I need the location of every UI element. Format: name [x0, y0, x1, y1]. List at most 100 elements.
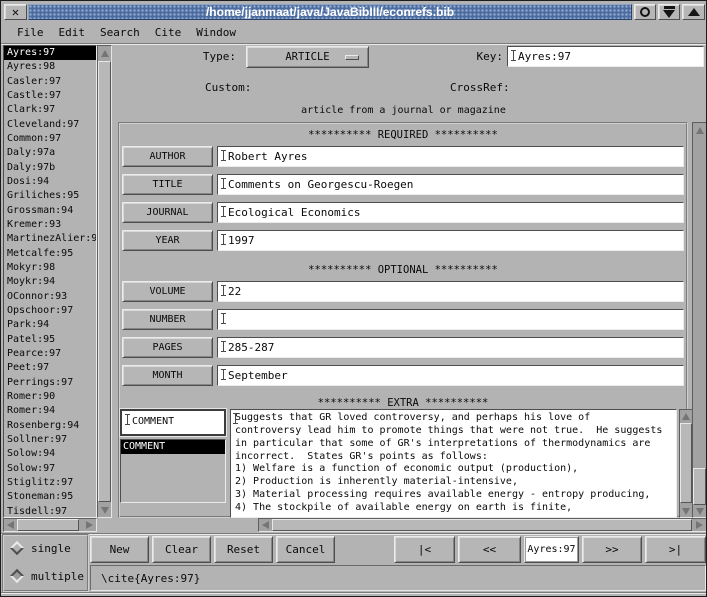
menu-edit[interactable]: Edit	[59, 26, 86, 39]
nav-next-button[interactable]: >>	[582, 536, 642, 563]
scrollbar-thumb[interactable]	[17, 519, 79, 531]
list-item[interactable]: Griliches:95	[4, 189, 96, 203]
main-vertical-scrollbar[interactable]	[692, 122, 707, 518]
extra-field-list[interactable]: COMMENT	[120, 439, 226, 503]
field-label-year[interactable]: YEAR	[122, 230, 213, 251]
window-close-button[interactable]: ✕	[4, 4, 27, 20]
list-item[interactable]: Daly:97a	[4, 146, 96, 160]
list-item[interactable]: Romer:94	[4, 404, 96, 418]
list-item[interactable]: Common:97	[4, 132, 96, 146]
menu-cite[interactable]: Cite	[155, 26, 182, 39]
main-horizontal-scrollbar[interactable]	[258, 518, 707, 532]
field-label-journal[interactable]: JOURNAL	[122, 202, 213, 223]
menu-search[interactable]: Search	[100, 26, 140, 39]
journal-field[interactable]: Ecological Economics	[217, 202, 684, 223]
key-field[interactable]: Ayres:97	[507, 46, 704, 67]
list-item[interactable]: Kremer:93	[4, 218, 96, 232]
textarea-vertical-scrollbar[interactable]	[679, 409, 693, 518]
field-label-number[interactable]: NUMBER	[122, 309, 213, 330]
title-field[interactable]: Comments on Georgescu-Roegen	[217, 174, 684, 195]
list-item[interactable]: Opschoor:97	[4, 304, 96, 318]
list-item[interactable]: Stoneman:95	[4, 490, 96, 504]
author-field[interactable]: Robert Ayres	[217, 146, 684, 167]
type-dropdown[interactable]: ARTICLE	[246, 46, 369, 68]
window-titlebar[interactable]: /home/jjanmaat/java/JavaBibIII/econrefs.…	[28, 4, 632, 20]
list-item[interactable]: Stiglitz:97	[4, 476, 96, 490]
scroll-down-button[interactable]	[693, 505, 706, 518]
list-item[interactable]: Castle:97	[4, 89, 96, 103]
list-item[interactable]: Mokyr:98	[4, 261, 96, 275]
list-item[interactable]: Patel:95	[4, 333, 96, 347]
field-label-volume[interactable]: VOLUME	[122, 281, 213, 302]
list-item[interactable]: Dosi:94	[4, 175, 96, 189]
volume-field[interactable]: 22	[217, 281, 684, 302]
window-maximize-button[interactable]	[682, 4, 705, 20]
list-item[interactable]: Peet:97	[4, 361, 96, 375]
menu-window[interactable]: Window	[196, 26, 236, 39]
scrollbar-thumb[interactable]	[680, 423, 692, 503]
scroll-up-button[interactable]	[680, 410, 692, 422]
scroll-right-button[interactable]	[83, 519, 96, 531]
list-item[interactable]: Daly:97b	[4, 161, 96, 175]
sidebar-horizontal-scrollbar[interactable]	[3, 518, 97, 532]
nav-prev-button[interactable]: <<	[458, 536, 521, 563]
list-item[interactable]: Moykr:94	[4, 275, 96, 289]
list-item[interactable]: Rosenberg:94	[4, 419, 96, 433]
list-item[interactable]: Solow:97	[4, 462, 96, 476]
list-item[interactable]: Pearce:97	[4, 347, 96, 361]
list-item[interactable]: Park:94	[4, 318, 96, 332]
arrow-down-icon	[101, 507, 109, 514]
scroll-left-button[interactable]	[4, 519, 17, 531]
field-label-title[interactable]: TITLE	[122, 174, 213, 195]
scroll-down-button[interactable]	[680, 505, 692, 517]
scrollbar-thumb[interactable]	[98, 61, 111, 502]
scrollbar-thumb[interactable]	[693, 468, 706, 505]
list-item[interactable]: Solow:94	[4, 447, 96, 461]
month-field[interactable]: September	[217, 365, 684, 386]
list-item[interactable]: Grossman:94	[4, 204, 96, 218]
new-button[interactable]: New	[90, 536, 149, 563]
nav-first-button[interactable]: |<	[394, 536, 455, 563]
radio-single-label[interactable]: single	[31, 542, 71, 555]
comment-textarea[interactable]: Suggests that GR loved controversy, and …	[230, 409, 677, 518]
scroll-up-button[interactable]	[98, 46, 111, 60]
pages-field[interactable]: 285-287	[217, 337, 684, 358]
number-field[interactable]	[217, 309, 684, 330]
scroll-right-button[interactable]	[693, 519, 706, 531]
field-label-author[interactable]: AUTHOR	[122, 146, 213, 167]
year-value: 1997	[228, 234, 255, 247]
list-item[interactable]: Perrings:97	[4, 376, 96, 390]
list-item[interactable]: Sollner:97	[4, 433, 96, 447]
scroll-left-button[interactable]	[259, 519, 272, 531]
field-label-month[interactable]: MONTH	[122, 365, 213, 386]
clear-button[interactable]: Clear	[152, 536, 211, 563]
scroll-up-button[interactable]	[693, 123, 706, 137]
arrow-up-icon	[101, 50, 109, 57]
list-item[interactable]: Cleveland:97	[4, 118, 96, 132]
reference-key-list[interactable]: Ayres:97 Ayres:98 Casler:97 Castle:97 Cl…	[3, 45, 97, 518]
extra-field-name-input[interactable]: COMMENT	[120, 409, 226, 436]
list-item[interactable]: COMMENT	[121, 440, 225, 454]
nav-last-button[interactable]: >|	[645, 536, 706, 563]
field-label-pages[interactable]: PAGES	[122, 337, 213, 358]
list-item[interactable]: Metcalfe:95	[4, 247, 96, 261]
list-item[interactable]: Romer:90	[4, 390, 96, 404]
scroll-down-button[interactable]	[98, 503, 111, 517]
window-menu-button[interactable]	[634, 4, 656, 20]
list-item[interactable]: Tisdell:97	[4, 505, 96, 519]
list-item[interactable]: Ayres:97	[4, 46, 96, 60]
menu-file[interactable]: File	[17, 26, 44, 39]
list-item[interactable]: MartinezAlier:97	[4, 232, 96, 246]
reset-button[interactable]: Reset	[214, 536, 273, 563]
year-field[interactable]: 1997	[217, 230, 684, 251]
sidebar-vertical-scrollbar[interactable]	[97, 45, 112, 518]
window-iconify-button[interactable]	[658, 4, 680, 20]
author-value: Robert Ayres	[228, 150, 307, 163]
list-item[interactable]: OConnor:93	[4, 290, 96, 304]
list-item[interactable]: Casler:97	[4, 75, 96, 89]
scrollbar-thumb[interactable]	[272, 519, 692, 531]
cancel-button[interactable]: Cancel	[276, 536, 335, 563]
list-item[interactable]: Ayres:98	[4, 60, 96, 74]
list-item[interactable]: Clark:97	[4, 103, 96, 117]
radio-multiple-label[interactable]: multiple	[31, 570, 84, 583]
